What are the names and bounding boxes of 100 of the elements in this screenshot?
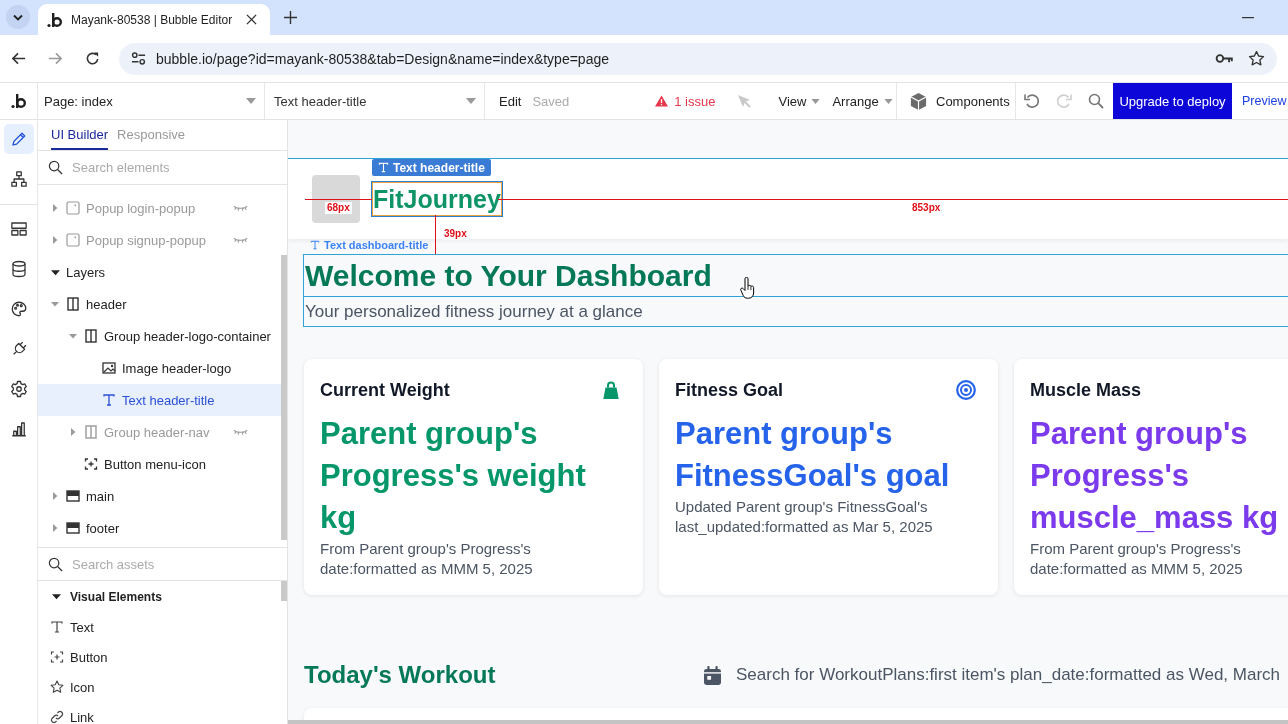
plus-frame-icon xyxy=(50,650,64,664)
warning-icon xyxy=(655,95,669,107)
key-icon[interactable] xyxy=(1215,53,1234,64)
issues-button[interactable]: 1 issue xyxy=(655,83,716,119)
asset-item[interactable]: Link xyxy=(38,702,282,724)
window-icon xyxy=(66,201,80,215)
columns-icon xyxy=(66,297,80,311)
measure-line xyxy=(305,199,372,200)
category-heading[interactable]: Visual Elements xyxy=(38,581,282,612)
address-bar[interactable]: bubble.io/page?id=mayank-80538&tab=Design&name=index&type=page xyxy=(119,42,1277,75)
save-status: Saved xyxy=(532,93,570,109)
scrollbar-thumb[interactable] xyxy=(281,581,287,601)
url-text: bubble.io/page?id=mayank-80538&tab=Design&name=index&type=page xyxy=(156,50,610,67)
gear-icon xyxy=(9,380,28,398)
window-icon xyxy=(66,233,80,247)
columns-icon xyxy=(84,425,98,439)
search-icon xyxy=(48,160,63,175)
layer-item[interactable]: main xyxy=(38,480,282,512)
pencil-icon xyxy=(9,130,28,148)
element-dropdown[interactable]: Text header-title xyxy=(265,83,485,119)
eye-closed-icon[interactable] xyxy=(233,204,248,212)
caret-down-icon xyxy=(466,98,476,104)
browser-tab[interactable]: Mayank-80538 | Bubble Editor xyxy=(38,4,270,35)
element-name: Text dashboard-title xyxy=(324,239,429,251)
site-title[interactable]: FitJourney xyxy=(372,182,502,216)
panel-tab[interactable]: UI Builder xyxy=(51,120,109,150)
caret-down-icon xyxy=(246,98,256,104)
stat-note: From Parent group's Progress's date:formatted as MMM 5, 2025 xyxy=(1030,539,1244,579)
components-button[interactable]: Components xyxy=(897,83,1016,119)
reload-icon[interactable] xyxy=(85,51,100,66)
close-icon[interactable] xyxy=(246,14,257,25)
bar-chart-icon xyxy=(9,420,28,438)
text-icon xyxy=(310,240,320,250)
layer-item[interactable]: footer xyxy=(38,512,282,544)
asset-item[interactable]: Button xyxy=(38,642,282,672)
scrollbar[interactable] xyxy=(288,720,1288,724)
logo-icon[interactable] xyxy=(10,93,27,109)
measure-label: 853px xyxy=(910,202,943,214)
back-arrow-icon[interactable] xyxy=(11,51,26,66)
card-title: Muscle Mass xyxy=(1030,379,1142,401)
columns-icon xyxy=(84,329,98,343)
text-icon xyxy=(50,620,64,634)
caret-down-icon xyxy=(883,98,893,104)
database-icon xyxy=(9,260,28,278)
layer-item[interactable]: Image header-logo xyxy=(38,352,282,384)
cube-icon xyxy=(909,91,928,111)
element-name: Text header-title xyxy=(393,160,485,175)
star-icon[interactable] xyxy=(1248,50,1265,67)
forward-arrow-icon[interactable] xyxy=(48,51,63,66)
dashboard-title[interactable]: Welcome to Your Dashboard xyxy=(303,254,1288,297)
text-icon xyxy=(378,162,389,173)
measure-label: 68px xyxy=(325,202,352,214)
tab-title: Mayank-80538 | Bubble Editor xyxy=(71,12,234,27)
search-icon[interactable] xyxy=(1088,93,1104,109)
rows-icon xyxy=(66,489,80,503)
layers-heading[interactable]: Layers xyxy=(38,256,282,288)
upgrade-button[interactable]: Upgrade to deploy xyxy=(1113,83,1232,119)
workout-date: Search for WorkoutPlans:first item's plan_date:formatted as Wed, March xyxy=(736,665,1281,685)
search-icon xyxy=(48,556,63,572)
stat-note: Updated Parent group's FitnessGoal's last_updated:formatted as Mar 5, 2025 xyxy=(675,497,934,537)
search-field[interactable]: Search elements xyxy=(72,156,262,179)
sidebar-tab[interactable] xyxy=(3,124,34,154)
plus-icon[interactable] xyxy=(284,11,297,24)
measure-label: 39px xyxy=(442,228,469,240)
palette-icon xyxy=(9,300,28,318)
weight-icon xyxy=(601,380,621,400)
card-title: Current Weight xyxy=(320,379,450,401)
asset-item[interactable]: Icon xyxy=(38,672,282,702)
preview-link[interactable]: Preview xyxy=(1242,83,1287,119)
scrollbar-thumb[interactable] xyxy=(281,255,287,540)
menu-button[interactable]: View xyxy=(778,83,821,119)
layer-item[interactable]: Text header-title xyxy=(38,384,282,416)
card-title: Fitness Goal xyxy=(675,379,784,401)
stat-note: From Parent group's Progress's date:formatted as MMM 5, 2025 xyxy=(320,539,534,579)
calendar-icon xyxy=(704,665,721,685)
measure-line xyxy=(435,215,436,254)
chevron-down-icon[interactable] xyxy=(6,5,30,29)
page-dropdown[interactable]: Page: index xyxy=(38,83,265,119)
text-icon xyxy=(102,393,116,407)
eye-closed-icon[interactable] xyxy=(233,428,248,436)
eye-closed-icon[interactable] xyxy=(233,236,248,244)
layer-item[interactable]: Group header-logo-container xyxy=(38,320,282,352)
layer-item[interactable]: Button menu-icon xyxy=(38,448,282,480)
layer-item[interactable]: header xyxy=(38,288,282,320)
section-title: Today's Workout xyxy=(304,661,497,689)
menu-button[interactable]: Arrange xyxy=(832,83,893,119)
stat-value: Parent group's Progress's muscle_mass kg xyxy=(1030,415,1280,537)
sliders-icon[interactable] xyxy=(131,51,146,66)
plus-frame-icon xyxy=(84,457,98,471)
asset-item[interactable]: Text xyxy=(38,612,282,642)
minimize-icon[interactable] xyxy=(1242,17,1254,19)
edit-mode-button[interactable]: Edit xyxy=(499,83,522,119)
search-field[interactable]: Search assets xyxy=(72,553,262,575)
hierarchy-icon xyxy=(9,170,28,188)
undo-icon[interactable] xyxy=(1024,93,1040,109)
dashboard-subtitle[interactable]: Your personalized fitness journey at a glance xyxy=(303,297,1288,327)
link-icon xyxy=(50,710,64,724)
image-icon xyxy=(102,361,116,375)
layout-icon xyxy=(9,220,28,238)
stat-value: Parent group's FitnessGoal's goal xyxy=(675,415,951,495)
